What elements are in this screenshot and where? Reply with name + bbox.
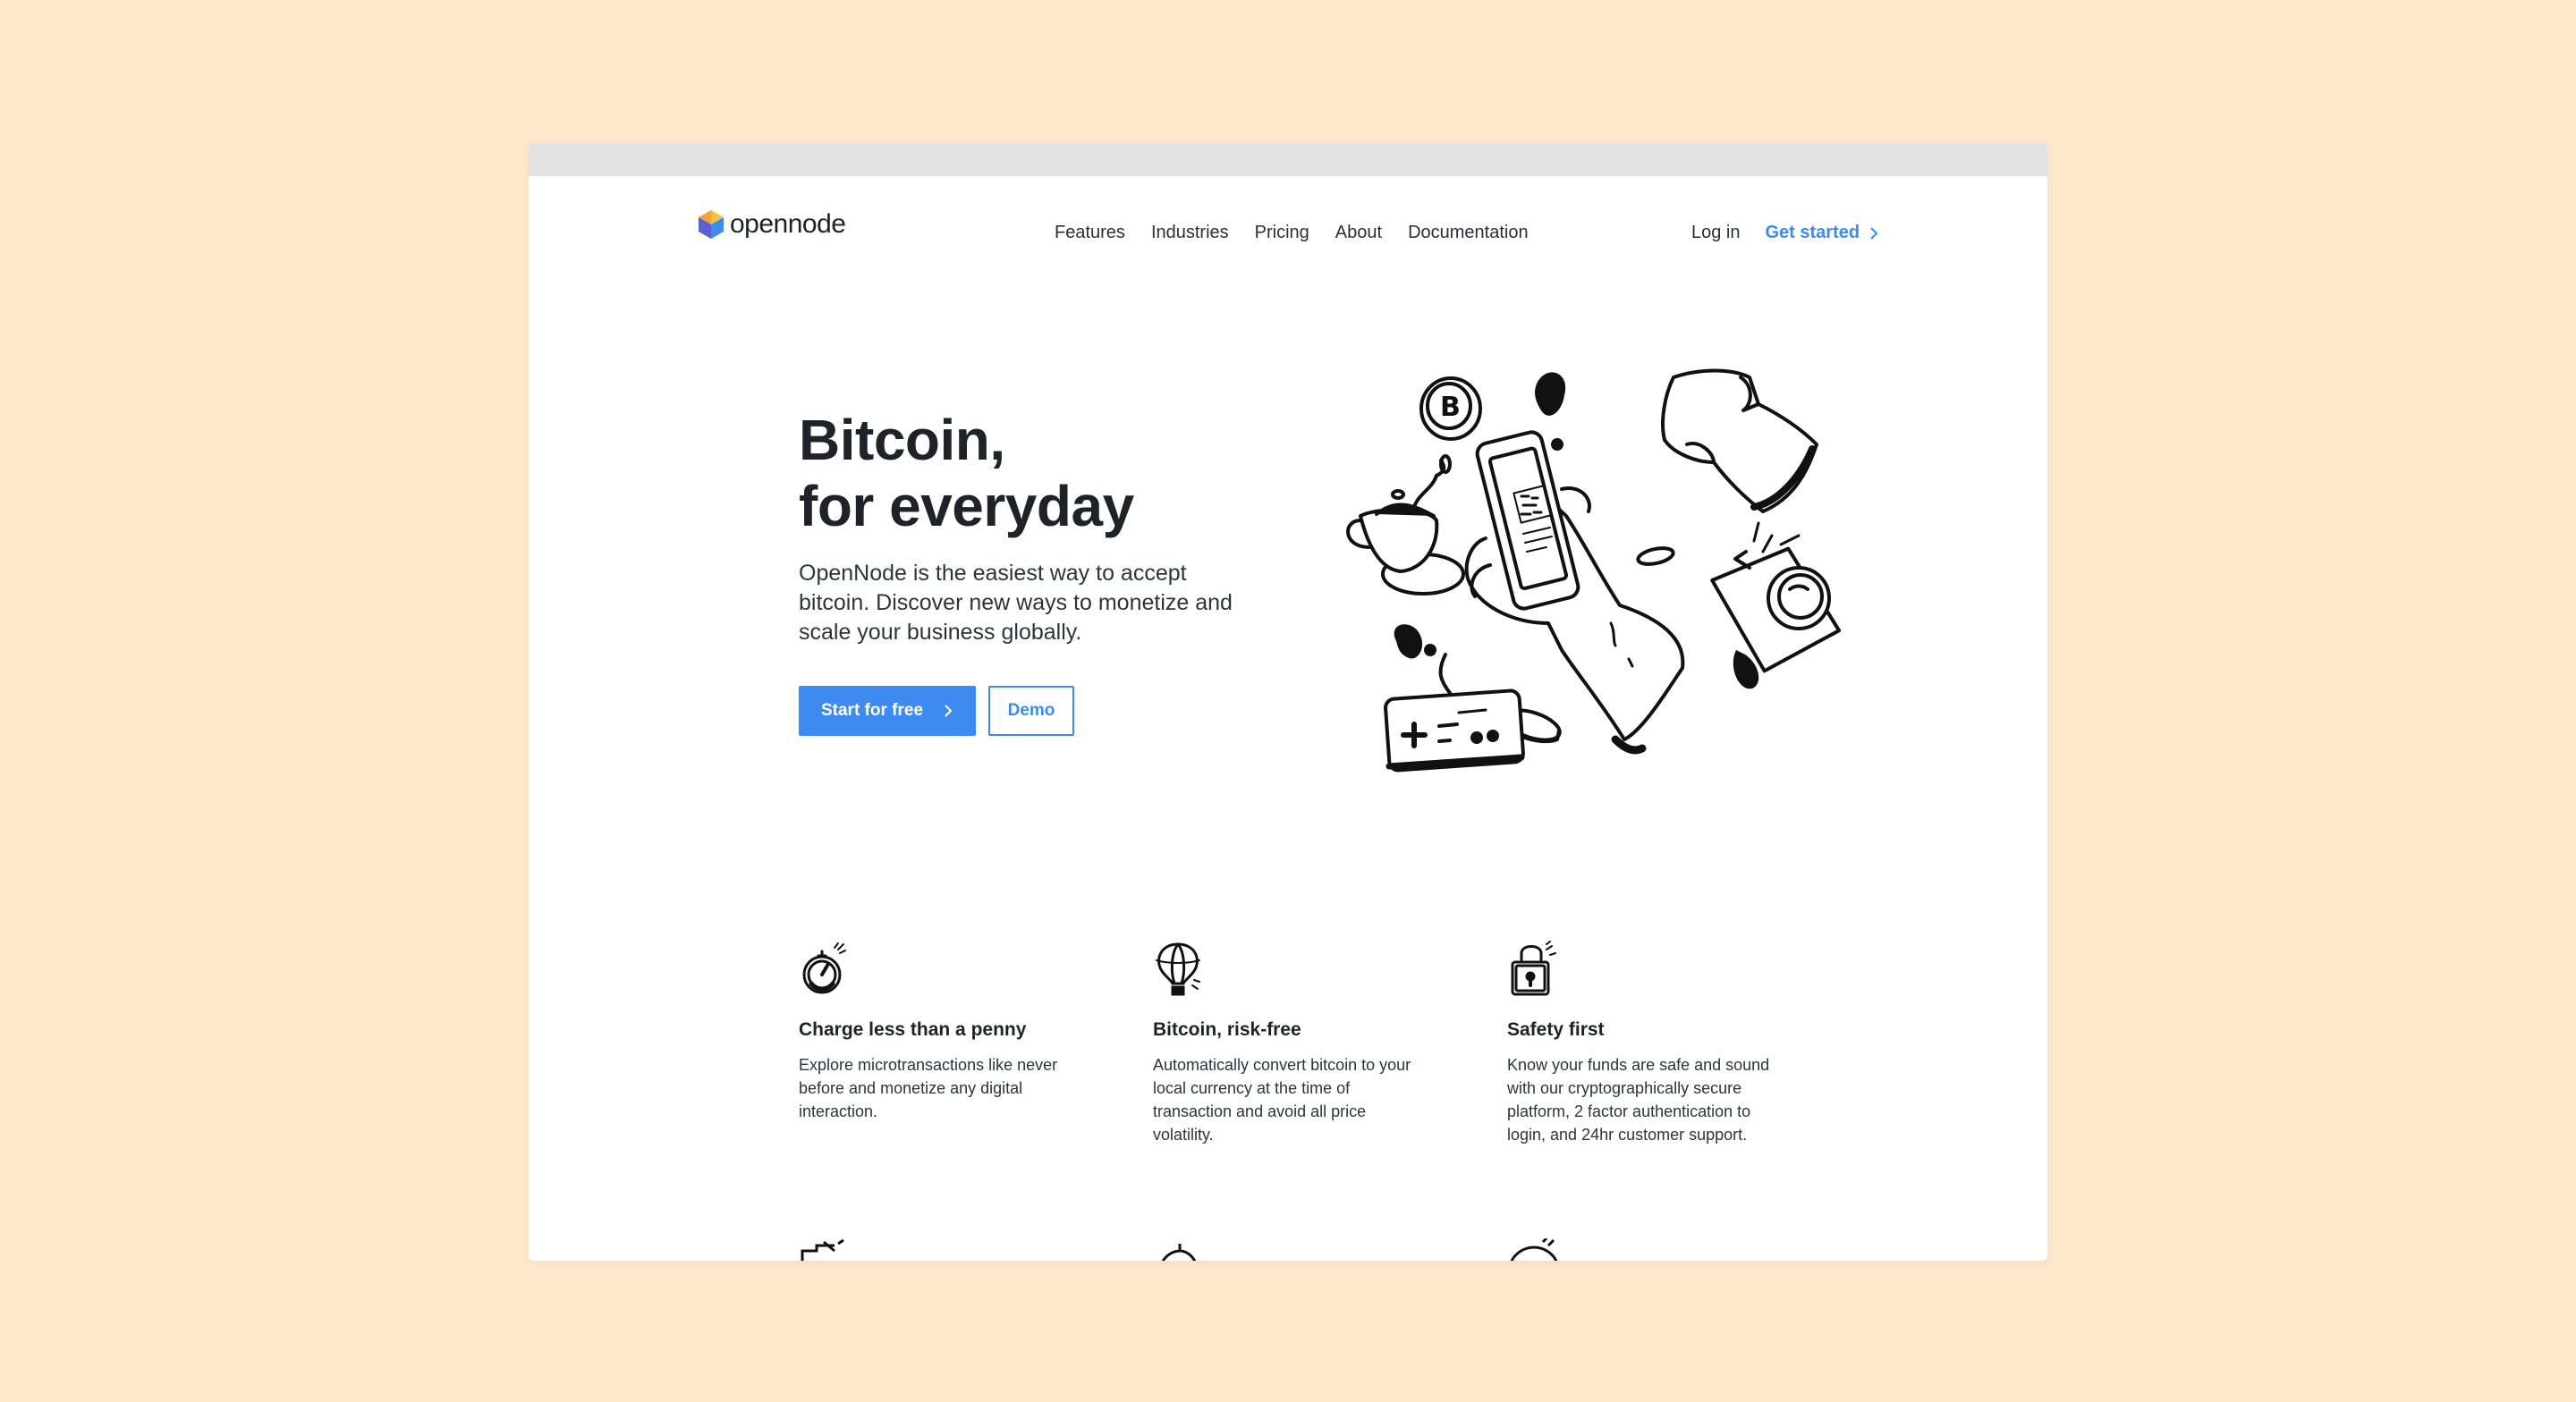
nav-link-documentation[interactable]: Documentation xyxy=(1408,223,1529,243)
feature-risk-free: Bitcoin, risk-free Automatically convert… xyxy=(1153,941,1421,1146)
login-link[interactable]: Log in xyxy=(1691,223,1741,243)
svg-text:B: B xyxy=(1440,392,1461,423)
chevron-right-icon xyxy=(1870,226,1878,240)
gamepad-icon xyxy=(1384,653,1525,773)
hero-title: Bitcoin, for everyday xyxy=(799,407,1134,539)
nav-link-pricing[interactable]: Pricing xyxy=(1255,223,1309,243)
bitcoin-coin-icon: B xyxy=(1419,376,1482,441)
browser-window: opennode Features Industries Pricing Abo… xyxy=(529,143,2047,1261)
feature-text: Automatically convert bitcoin to your lo… xyxy=(1153,1056,1411,1144)
nav-link-industries[interactable]: Industries xyxy=(1151,223,1229,243)
top-navigation: opennode Features Industries Pricing Abo… xyxy=(529,176,2047,273)
feature-title: Safety first xyxy=(1507,1019,1605,1040)
browser-chrome-bar xyxy=(529,143,2047,176)
nav-link-features[interactable]: Features xyxy=(1055,223,1125,243)
chevron-right-icon xyxy=(945,705,953,717)
start-for-free-button[interactable]: Start for free xyxy=(799,686,976,736)
feature-title: Bitcoin, risk-free xyxy=(1153,1019,1301,1040)
stopwatch-icon xyxy=(802,942,846,994)
feature-text: Know your funds are safe and sound with … xyxy=(1507,1056,1770,1144)
partial-icon xyxy=(1510,1238,1558,1261)
feature-charge-less: Charge less than a penny Explore microtr… xyxy=(799,941,1067,1123)
nav-actions: Log in Get started xyxy=(1691,223,1879,243)
get-started-link[interactable]: Get started xyxy=(1766,223,1880,243)
feature-safety: Safety first Know your funds are safe an… xyxy=(1507,941,1775,1146)
feature-title: Charge less than a penny xyxy=(799,1019,1027,1040)
nav-links: Features Industries Pricing About Docume… xyxy=(1055,223,1555,243)
hero-description: OpenNode is the easiest way to accept bi… xyxy=(799,561,1233,645)
coffee-cup-icon xyxy=(1346,454,1465,595)
partial-icon xyxy=(801,1238,844,1261)
logo[interactable]: opennode xyxy=(698,209,846,240)
t-shirt-icon xyxy=(1661,368,1818,513)
padlock-icon xyxy=(1511,941,1556,996)
demo-button[interactable]: Demo xyxy=(988,686,1074,736)
hot-air-balloon-icon xyxy=(1156,942,1200,996)
partial-icon xyxy=(1161,1244,1197,1261)
hero-title-line-1: Bitcoin, xyxy=(799,408,1005,472)
feature-text: Explore microtransactions like never bef… xyxy=(799,1056,1058,1120)
page-viewport[interactable]: opennode Features Industries Pricing Abo… xyxy=(529,176,2047,1261)
logo-text: opennode xyxy=(730,209,846,239)
camera-icon xyxy=(1710,521,1842,689)
start-for-free-label: Start for free xyxy=(820,701,924,720)
hero-illustration: B xyxy=(1346,368,1842,773)
hero-title-line-2: for everyday xyxy=(799,474,1134,538)
opennode-logo-icon xyxy=(699,210,724,239)
nav-link-about[interactable]: About xyxy=(1335,223,1382,243)
get-started-label: Get started xyxy=(1765,223,1860,242)
